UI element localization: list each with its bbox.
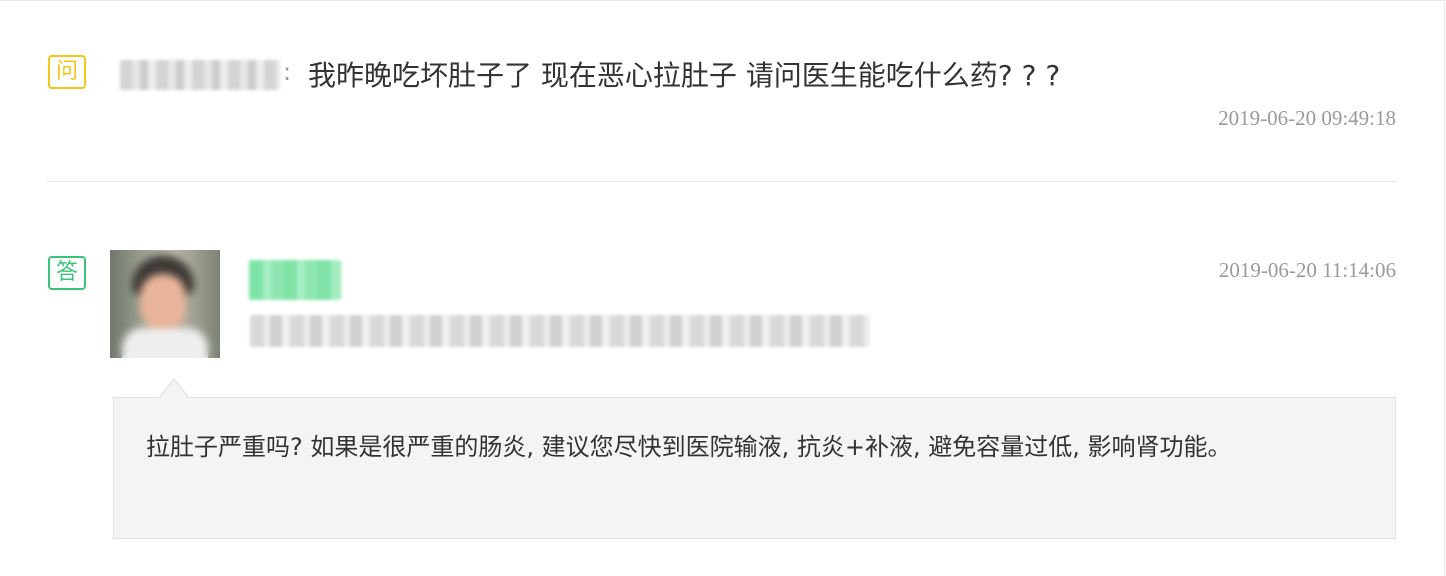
question-timestamp: 2019-06-20 09:49:18 — [1218, 106, 1396, 130]
answer-text: 拉肚子严重吗? 如果是很严重的肠炎, 建议您尽快到医院输液, 抗炎+补液, 避免… — [146, 433, 1232, 461]
question-text: 我昨晚吃坏肚子了 现在恶心拉肚子 请问医生能吃什么药? ? ? — [308, 59, 1061, 92]
question-tag: 问 — [48, 55, 86, 89]
answer-tag: 答 — [48, 256, 86, 290]
asker-name-blurred — [120, 60, 280, 90]
answer-bubble: 拉肚子严重吗? 如果是很严重的肠炎, 建议您尽快到医院输液, 抗炎+补液, 避免… — [113, 378, 1396, 539]
avatar-pixelation — [110, 250, 220, 358]
doctor-name-blurred[interactable] — [249, 260, 341, 300]
doctor-title-blurred — [250, 315, 870, 347]
name-separator: : — [283, 58, 292, 86]
doctor-avatar[interactable] — [110, 250, 220, 358]
answer-timestamp: 2019-06-20 11:14:06 — [1218, 258, 1396, 282]
section-divider — [47, 181, 1397, 182]
